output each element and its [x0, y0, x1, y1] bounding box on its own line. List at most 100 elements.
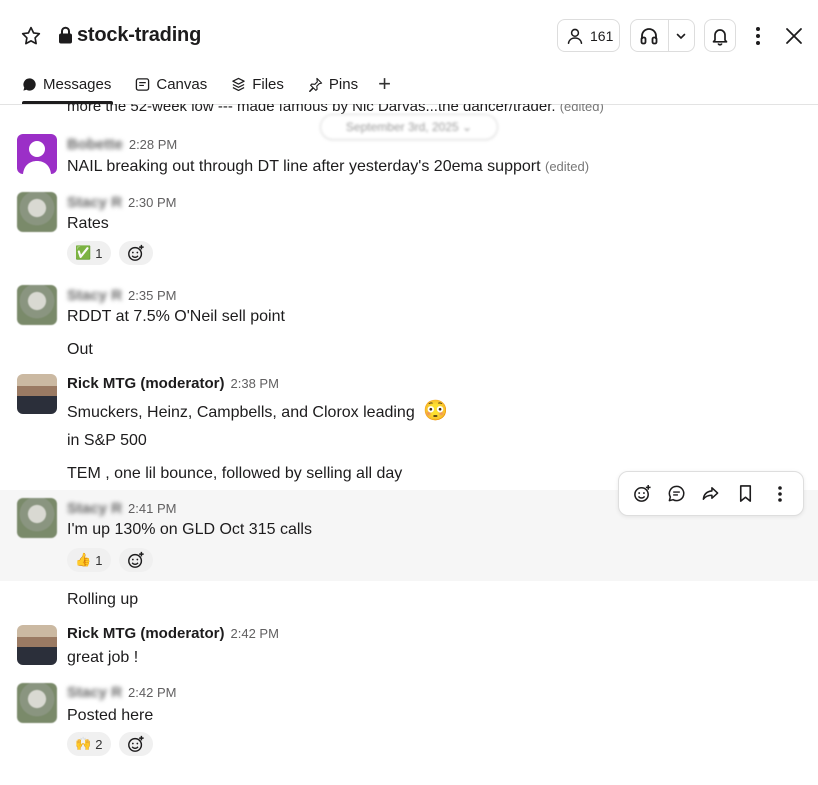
notifications-button[interactable]	[704, 19, 736, 52]
edited-label: (edited)	[559, 104, 604, 114]
huddle-control	[630, 19, 695, 52]
flushed-emoji: 😳	[423, 400, 449, 422]
avatar[interactable]	[17, 285, 57, 325]
add-reaction-button[interactable]	[119, 548, 153, 572]
reaction-count: 1	[95, 552, 103, 568]
timestamp[interactable]: 2:42 PM	[128, 685, 176, 700]
tab-label: Files	[252, 75, 284, 93]
add-reaction-button[interactable]	[119, 732, 153, 756]
reactions: 🙌 2	[67, 732, 153, 756]
avatar[interactable]	[17, 683, 57, 723]
reply-in-thread-action[interactable]	[663, 480, 691, 508]
reaction-count: 1	[95, 245, 103, 261]
more-actions[interactable]	[766, 480, 794, 508]
thread-bubble-icon	[668, 485, 685, 502]
member-count: 161	[590, 27, 614, 44]
message-actions-toolbar	[618, 471, 804, 516]
add-reaction-button[interactable]	[119, 241, 153, 265]
message-line: Rates	[67, 215, 109, 232]
close-icon	[786, 28, 802, 44]
member-count-button[interactable]: 161	[557, 19, 620, 52]
edited-label: (edited)	[545, 159, 590, 174]
add-emoji-icon	[633, 484, 651, 502]
reaction-emoji: 👍	[75, 552, 92, 567]
message-list: more the 52-week low --- made famous by …	[0, 104, 818, 785]
sender-name[interactable]: Stacy R	[67, 287, 122, 304]
channel-more-button[interactable]	[748, 24, 768, 48]
timestamp[interactable]: 2:42 PM	[231, 626, 279, 641]
sender-name[interactable]: Stacy R	[67, 500, 122, 517]
reaction-emoji: ✅	[75, 245, 92, 260]
message-line: I'm up 130% on GLD Oct 315 calls	[67, 521, 312, 538]
add-emoji-icon	[128, 244, 144, 261]
message-header: Stacy R 2:30 PM	[67, 194, 176, 211]
avatar[interactable]	[17, 134, 57, 174]
bell-icon	[712, 28, 728, 46]
timestamp[interactable]: 2:41 PM	[128, 501, 176, 516]
person-icon	[567, 28, 583, 44]
message-header: Bobette 2:28 PM	[67, 136, 177, 153]
reaction-count: 2	[95, 736, 103, 752]
vertical-ellipsis-icon	[777, 485, 782, 502]
message-header: Stacy R 2:35 PM	[67, 287, 176, 304]
message-line: Rolling up	[67, 591, 139, 608]
message-text: Smuckers, Heinz, Campbells, and Clorox l…	[67, 398, 448, 423]
message: Stacy R 2:30 PM Rates ✅ 1	[0, 188, 818, 278]
message-line: TEM , one lil bounce, followed by sellin…	[67, 465, 403, 482]
tab-files[interactable]: Files	[231, 72, 293, 96]
huddle-options-button[interactable]	[669, 20, 694, 51]
message: Stacy R 2:35 PM RDDT at 7.5% O'Neil sell …	[0, 281, 818, 367]
message-line: great job !	[67, 649, 139, 666]
message-header: Stacy R 2:41 PM	[67, 500, 176, 517]
sender-name[interactable]: Rick MTG (moderator)	[67, 375, 225, 392]
message-text: NAIL breaking out through DT line after …	[67, 158, 589, 176]
lock-icon	[59, 26, 72, 44]
avatar[interactable]	[17, 498, 57, 538]
timestamp[interactable]: 2:28 PM	[129, 137, 177, 152]
sender-name[interactable]: Stacy R	[67, 194, 122, 211]
message-line: in S&P 500	[67, 432, 147, 449]
message-line: NAIL breaking out through DT line after …	[67, 158, 541, 175]
channel-title[interactable]: stock-trading	[77, 24, 201, 47]
reaction-chip[interactable]: ✅ 1	[67, 241, 111, 265]
chevron-down-icon	[677, 33, 686, 39]
message: Bobette 2:28 PM NAIL breaking out through…	[0, 130, 818, 184]
star-channel-button[interactable]	[15, 20, 47, 52]
reaction-chip[interactable]: 🙌 2	[67, 732, 111, 756]
message-line: RDDT at 7.5% O'Neil sell point	[67, 308, 285, 325]
message-line: Posted here	[67, 707, 154, 724]
tab-pins[interactable]: Pins	[308, 72, 367, 96]
reaction-emoji: 🙌	[75, 736, 92, 751]
default-avatar-icon	[23, 141, 51, 174]
avatar[interactable]	[17, 192, 57, 232]
close-button[interactable]	[782, 24, 806, 48]
add-reaction-action[interactable]	[628, 480, 656, 508]
reactions: ✅ 1	[67, 241, 153, 265]
star-icon	[21, 26, 41, 45]
channel-header: stock-trading 161 Messages Canvas Files	[0, 0, 818, 105]
tab-messages[interactable]: Messages	[22, 72, 120, 104]
forward-action[interactable]	[697, 480, 725, 508]
reaction-chip[interactable]: 👍 1	[67, 548, 111, 572]
reactions: 👍 1	[67, 548, 153, 572]
timestamp[interactable]: 2:35 PM	[128, 288, 176, 303]
timestamp[interactable]: 2:30 PM	[128, 195, 176, 210]
canvas-icon	[136, 77, 150, 91]
avatar[interactable]	[17, 374, 57, 414]
save-action[interactable]	[731, 480, 759, 508]
channel-tabs: Messages Canvas Files Pins +	[22, 72, 391, 104]
message-line: Out	[67, 341, 93, 358]
start-huddle-button[interactable]	[631, 20, 669, 51]
tab-canvas[interactable]: Canvas	[135, 72, 216, 96]
tab-label: Canvas	[156, 75, 208, 93]
message-header: Rick MTG (moderator) 2:38 PM	[67, 375, 279, 392]
add-tab-button[interactable]: +	[378, 72, 391, 104]
sender-name[interactable]: Rick MTG (moderator)	[67, 625, 225, 642]
sender-name[interactable]: Bobette	[67, 136, 123, 153]
bookmark-icon	[739, 485, 751, 502]
avatar[interactable]	[17, 625, 57, 665]
timestamp[interactable]: 2:38 PM	[231, 376, 279, 391]
headphones-icon	[641, 27, 658, 44]
sender-name[interactable]: Stacy R	[67, 684, 122, 701]
message-header: Rick MTG (moderator) 2:42 PM	[67, 625, 279, 642]
